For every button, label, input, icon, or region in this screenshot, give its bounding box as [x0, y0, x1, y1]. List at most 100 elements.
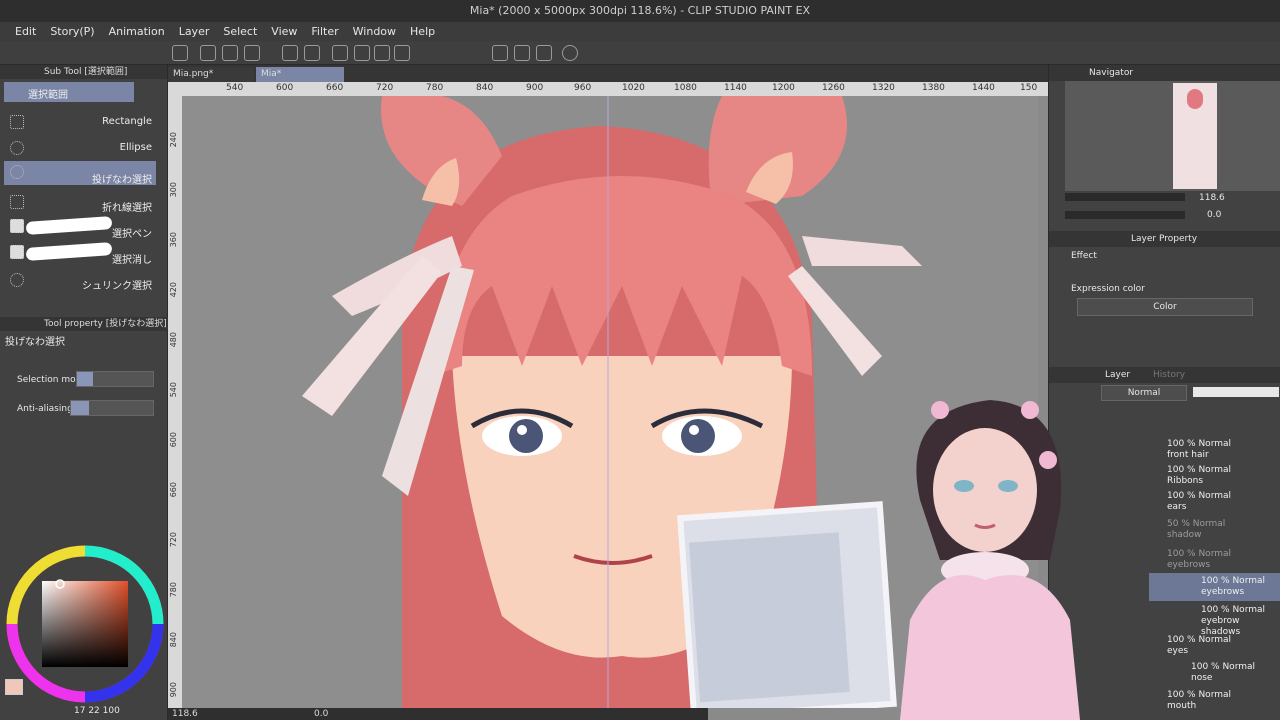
- layer-row[interactable]: 100 % Normal eyes: [1167, 635, 1280, 657]
- ruler-label: 540: [169, 382, 178, 398]
- redo-icon[interactable]: [304, 45, 320, 61]
- ruler-label: 1380: [922, 83, 945, 93]
- pen-icon[interactable]: [492, 45, 508, 61]
- help-icon[interactable]: [562, 45, 578, 61]
- ruler-label: 900: [169, 682, 178, 698]
- subtool-item-polyline[interactable]: 折れ線選択: [4, 191, 156, 214]
- ruler-label: 780: [426, 83, 444, 93]
- transform-icon[interactable]: [394, 45, 410, 61]
- tab-layer[interactable]: Layer: [1105, 367, 1130, 383]
- ruler-label: 600: [169, 432, 178, 448]
- toolprop-name: 投げなわ選択: [5, 337, 65, 348]
- subtool-item-shrink[interactable]: シュリンク選択: [4, 269, 156, 292]
- zoom-slider[interactable]: [1065, 193, 1185, 201]
- subtool-label: 選択消し: [112, 255, 152, 266]
- subtool-item-ellipse[interactable]: Ellipse: [4, 137, 156, 159]
- status-zoom: 118.6: [172, 709, 198, 719]
- ruler-label: 660: [326, 83, 344, 93]
- subtool-item-selection-pen[interactable]: 選択ペン: [4, 215, 156, 241]
- expression-color-value: Color: [1153, 302, 1177, 312]
- deselect-icon[interactable]: [332, 45, 348, 61]
- layer-property-title: Layer Property: [1131, 234, 1198, 244]
- tab-mia-png[interactable]: Mia.png*: [168, 67, 254, 82]
- new-selection-icon[interactable]: [77, 372, 93, 386]
- clear-icon[interactable]: [354, 45, 370, 61]
- ruler-label: 1140: [724, 83, 747, 93]
- layer-row[interactable]: 100 % Normal eyebrow shadows: [1201, 605, 1280, 637]
- ruler-label: 150: [1020, 83, 1038, 93]
- curve-icon[interactable]: [536, 45, 552, 61]
- menu-filter[interactable]: Filter: [311, 25, 338, 38]
- open-file-icon[interactable]: [222, 45, 238, 61]
- layer-mode: 100 % Normal: [1201, 576, 1266, 586]
- tab-history[interactable]: History: [1153, 367, 1185, 383]
- layer-property-header: Layer Property: [1049, 231, 1280, 247]
- color-wheel[interactable]: [4, 543, 166, 705]
- layer-name: front hair: [1167, 450, 1209, 460]
- selection-mode-buttons[interactable]: [76, 371, 154, 387]
- subtool-group-label: 選択範囲: [28, 90, 68, 101]
- layer-row[interactable]: 100 % Normal ears: [1167, 491, 1280, 513]
- tab-mia[interactable]: Mia*: [256, 67, 344, 82]
- lasso-icon: [10, 165, 24, 179]
- ruler-label: 1080: [674, 83, 697, 93]
- window-title: Mia* (2000 x 5000px 300dpi 118.6%) - CLI…: [0, 0, 1280, 22]
- layer-row[interactable]: 100 % Normal Ribbons: [1167, 465, 1280, 487]
- menu-select[interactable]: Select: [223, 25, 257, 38]
- subtool-label: 折れ線選択: [102, 203, 152, 214]
- layer-name: mouth: [1167, 701, 1197, 711]
- expression-color-select[interactable]: Color: [1077, 298, 1253, 316]
- main-color-swatch[interactable]: [5, 679, 23, 695]
- layer-row[interactable]: 100 % Normal mouth: [1167, 690, 1280, 712]
- subtool-group-tab[interactable]: 選択範囲: [4, 82, 134, 102]
- layer-name: shadow: [1167, 530, 1202, 540]
- thumbnail-figure: [1187, 89, 1203, 109]
- ruler-label: 420: [169, 282, 178, 298]
- menu-view[interactable]: View: [271, 25, 297, 38]
- menu-layer[interactable]: Layer: [179, 25, 210, 38]
- subtool-item-selection-eraser[interactable]: 選択消し: [4, 241, 156, 267]
- home-icon[interactable]: [172, 45, 188, 61]
- expression-color-label: Expression color: [1071, 284, 1145, 294]
- shrink-select-icon: [10, 273, 24, 287]
- rotation-slider[interactable]: [1065, 211, 1185, 219]
- layer-mode: 100 % Normal: [1167, 439, 1232, 449]
- menu-story[interactable]: Story(P): [50, 25, 94, 38]
- brush-stroke-preview: [25, 242, 113, 261]
- subtool-item-lasso[interactable]: 投げなわ選択: [4, 161, 156, 186]
- layer-row[interactable]: 100 % Normal front hair: [1167, 439, 1280, 461]
- layer-row[interactable]: 100 % Normal eyebrows: [1167, 549, 1280, 571]
- left-panel: Sub Tool [選択範囲] 選択範囲 Rectangle Ellipse 投…: [0, 65, 168, 720]
- anti-aliasing-buttons[interactable]: [70, 400, 154, 416]
- save-icon[interactable]: [244, 45, 260, 61]
- effect-label: Effect: [1071, 251, 1097, 261]
- menu-edit[interactable]: Edit: [15, 25, 36, 38]
- layer-row[interactable]: 50 % Normal shadow: [1167, 519, 1280, 541]
- layer-mode: 50 % Normal: [1167, 519, 1226, 529]
- layer-name: eyebrows: [1167, 560, 1211, 570]
- command-bar: [0, 41, 1280, 65]
- fill-icon[interactable]: [374, 45, 390, 61]
- subtool-item-rectangle[interactable]: Rectangle: [4, 111, 156, 133]
- new-file-icon[interactable]: [200, 45, 216, 61]
- layer-row[interactable]: 100 % Normal nose: [1191, 662, 1280, 684]
- subtool-label: Ellipse: [119, 142, 152, 153]
- selection-eraser-icon: [10, 245, 24, 259]
- anti-alias-none-icon[interactable]: [71, 401, 89, 415]
- navigator-angle: 0.0: [1207, 210, 1222, 220]
- navigator-preview[interactable]: [1065, 81, 1280, 191]
- ruler-label: 300: [169, 182, 178, 198]
- ellipse-select-icon: [10, 141, 24, 155]
- layer-row-selected[interactable]: 100 % Normal eyebrows: [1149, 573, 1280, 601]
- layer-mode: 100 % Normal: [1167, 549, 1232, 559]
- subtool-label: 投げなわ選択: [92, 175, 152, 186]
- line-icon[interactable]: [514, 45, 530, 61]
- ruler-label: 1200: [772, 83, 795, 93]
- opacity-slider[interactable]: [1193, 387, 1279, 397]
- undo-icon[interactable]: [282, 45, 298, 61]
- menu-help[interactable]: Help: [410, 25, 435, 38]
- layer-name: Ribbons: [1167, 476, 1204, 486]
- menu-animation[interactable]: Animation: [109, 25, 165, 38]
- menu-window[interactable]: Window: [353, 25, 396, 38]
- vertical-ruler: 240 300 360 420 480 540 600 660 720 780 …: [168, 96, 182, 716]
